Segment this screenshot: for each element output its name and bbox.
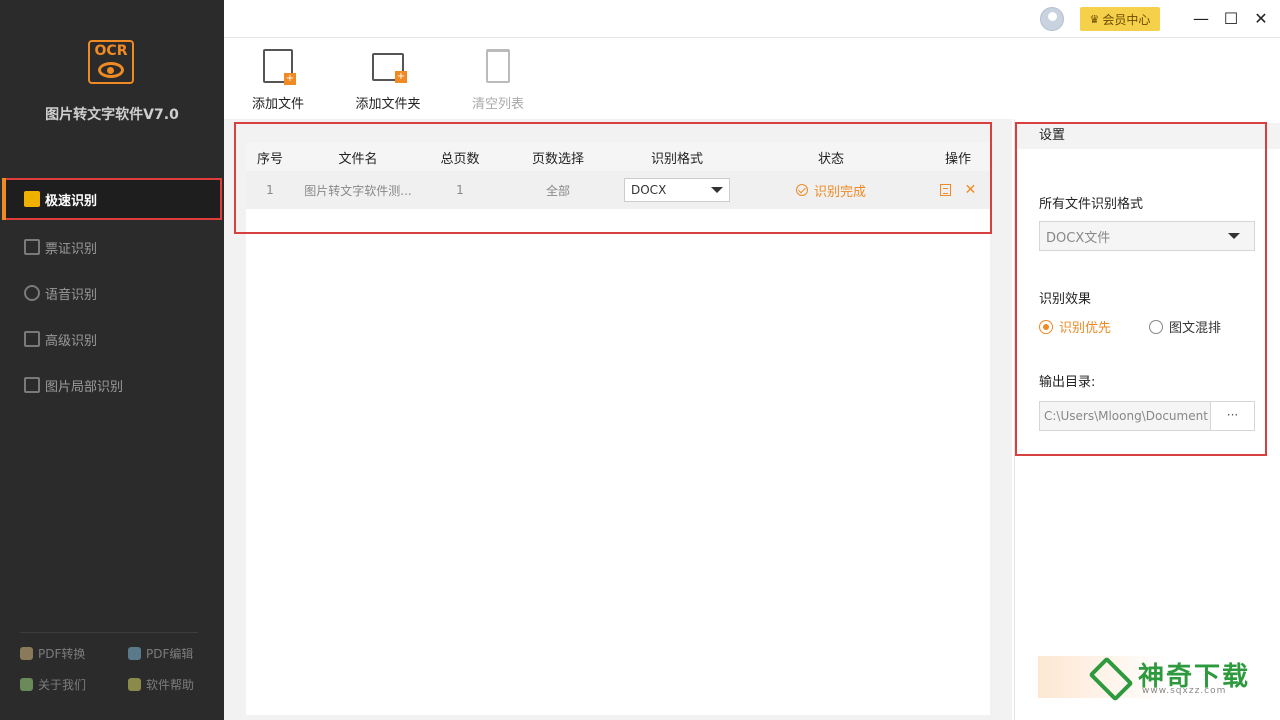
sidebar-item-ticket-recognition[interactable]: 票证识别 <box>0 224 224 270</box>
chevron-down-icon <box>1228 233 1240 239</box>
pdf-edit-link[interactable]: PDF编辑 <box>128 645 198 662</box>
watermark-url: www.sqxzz.com <box>1142 686 1227 696</box>
row-actions: ✕ <box>926 182 990 198</box>
row-format-select[interactable]: DOCX <box>624 178 730 202</box>
about-link[interactable]: 关于我们 <box>20 676 128 693</box>
pdf-convert-link[interactable]: PDF转换 <box>20 645 128 662</box>
effect-label: 识别效果 <box>1039 292 1092 307</box>
col-status: 状态 <box>817 151 844 167</box>
app-title: 图片转文字软件V7.0 <box>45 107 179 123</box>
row-pages: 1 <box>456 183 464 197</box>
pdf-convert-icon <box>20 647 33 660</box>
help-icon <box>128 678 141 691</box>
add-folder-button[interactable]: + 添加文件夹 <box>352 49 424 112</box>
row-filename: 图片转文字软件测... <box>304 183 412 198</box>
sidebar-item-advanced-recognition[interactable]: 高级识别 <box>0 316 224 362</box>
format-select-value: DOCX文件 <box>1046 230 1111 246</box>
vip-center-label: 会员中心 <box>1102 12 1151 27</box>
col-actions: 操作 <box>944 151 971 167</box>
chevron-down-icon <box>711 187 723 193</box>
radio-dot <box>1149 319 1164 334</box>
avatar[interactable] <box>1040 7 1064 31</box>
add-folder-label: 添加文件夹 <box>355 97 421 112</box>
format-select[interactable]: DOCX文件 <box>1039 221 1255 251</box>
crown-icon: ♛ <box>1089 12 1100 26</box>
radio-dot <box>1039 319 1053 334</box>
sidebar-item-partial-recognition[interactable]: 图片局部识别 <box>0 362 224 408</box>
sidebar-item-fast-recognition[interactable]: 极速识别 <box>2 178 222 220</box>
about-icon <box>20 678 33 691</box>
radio-mixed-layout-label: 图文混排 <box>1169 321 1222 336</box>
sidebar-item-label: 语音识别 <box>45 287 98 303</box>
vip-center-button[interactable]: ♛ 会员中心 <box>1080 7 1160 31</box>
bottom-links: PDF转换 PDF编辑 关于我们 软件帮助 <box>20 632 198 693</box>
microphone-icon <box>24 285 40 301</box>
browse-button[interactable]: ··· <box>1211 401 1255 431</box>
file-list-panel: 序号 文件名 总页数 页数选择 识别格式 状态 操作 1 图片转文字软件测...… <box>246 143 990 715</box>
clear-list-button[interactable]: 清空列表 <box>470 49 526 112</box>
radio-accuracy-first[interactable]: 识别优先 <box>1039 317 1111 336</box>
sidebar-item-label: 图片局部识别 <box>45 379 124 395</box>
pdf-convert-label: PDF转换 <box>38 647 86 661</box>
sidebar-nav: 极速识别 票证识别 语音识别 高级识别 图片局部识别 <box>0 178 224 408</box>
settings-title: 设置 <box>1015 123 1280 149</box>
toolbar: + 添加文件 + 添加文件夹 清空列表 <box>224 39 1280 119</box>
table-header: 序号 文件名 总页数 页数选择 识别格式 状态 操作 <box>246 143 990 171</box>
clear-list-label: 清空列表 <box>471 97 524 112</box>
settings-panel: 设置 所有文件识别格式 DOCX文件 识别效果 识别优先 图文混排 输出目录: … <box>1014 119 1280 720</box>
about-label: 关于我们 <box>38 678 87 692</box>
col-index: 序号 <box>256 151 283 167</box>
scan-icon <box>24 331 40 347</box>
help-link[interactable]: 软件帮助 <box>128 676 198 693</box>
pdf-edit-label: PDF编辑 <box>146 647 194 661</box>
sidebar-item-label: 高级识别 <box>45 333 98 349</box>
sidebar-item-label: 极速识别 <box>45 193 98 209</box>
main-area: 序号 文件名 总页数 页数选择 识别格式 状态 操作 1 图片转文字软件测...… <box>224 119 1012 720</box>
logo-text: OCR <box>94 43 128 59</box>
sidebar-item-voice-recognition[interactable]: 语音识别 <box>0 270 224 316</box>
lightning-icon <box>24 191 40 207</box>
output-label: 输出目录: <box>1039 375 1096 390</box>
row-page-select[interactable]: 全部 <box>498 182 618 199</box>
row-format-value: DOCX <box>631 183 667 197</box>
add-file-icon: + <box>263 49 296 85</box>
eye-icon <box>98 62 124 78</box>
minimize-button[interactable]: — <box>1190 8 1212 30</box>
open-document-icon[interactable] <box>939 184 951 196</box>
delete-icon[interactable]: ✕ <box>965 182 977 198</box>
pdf-edit-icon <box>128 647 141 660</box>
trash-icon <box>486 49 510 83</box>
radio-mixed-layout[interactable]: 图文混排 <box>1149 317 1221 336</box>
col-total-pages: 总页数 <box>440 151 480 167</box>
ticket-icon <box>24 239 40 255</box>
add-file-button[interactable]: + 添加文件 <box>250 49 306 112</box>
title-bar: ♛ 会员中心 — ☐ ✕ <box>224 0 1280 38</box>
sidebar: OCR 图片转文字软件V7.0 极速识别 票证识别 语音识别 高级识别 图片局部… <box>0 0 224 720</box>
crop-icon <box>24 377 40 393</box>
check-circle-icon <box>795 184 808 196</box>
add-file-label: 添加文件 <box>251 97 304 112</box>
maximize-button[interactable]: ☐ <box>1220 8 1242 30</box>
sidebar-item-label: 票证识别 <box>45 241 98 257</box>
help-label: 软件帮助 <box>146 678 195 692</box>
output-path-input[interactable]: C:\Users\Mloong\Document <box>1039 401 1211 431</box>
row-status: 识别完成 <box>736 181 926 200</box>
row-status-label: 识别完成 <box>813 184 866 200</box>
table-row[interactable]: 1 图片转文字软件测... 1 全部 DOCX 识别完成 ✕ <box>246 171 990 209</box>
add-folder-icon: + <box>372 53 407 83</box>
row-index: 1 <box>266 183 274 197</box>
radio-accuracy-first-label: 识别优先 <box>1059 321 1112 336</box>
col-filename: 文件名 <box>338 151 378 167</box>
col-format: 识别格式 <box>650 151 703 167</box>
output-path-group: C:\Users\Mloong\Document ··· <box>1039 401 1255 431</box>
effect-radio-group: 识别优先 图文混排 <box>1039 317 1221 336</box>
close-button[interactable]: ✕ <box>1250 8 1272 30</box>
watermark: 神奇下载 www.sqxzz.com <box>1038 656 1258 698</box>
ocr-logo: OCR <box>88 40 134 84</box>
format-label: 所有文件识别格式 <box>1039 197 1144 212</box>
watermark-logo-icon <box>1092 660 1122 690</box>
col-page-select: 页数选择 <box>531 151 584 167</box>
